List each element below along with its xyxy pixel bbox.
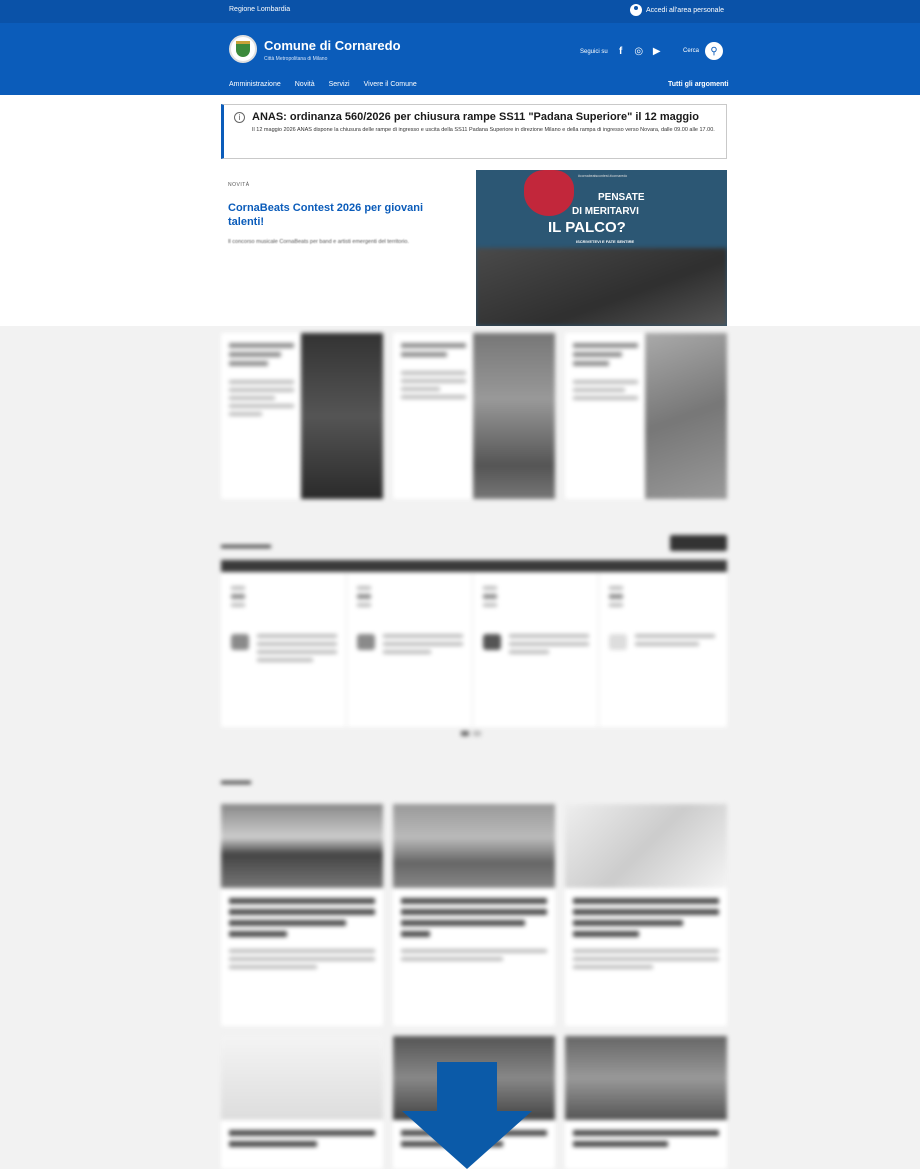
follow-label: Seguici su bbox=[580, 48, 608, 55]
calendar-day[interactable] bbox=[221, 572, 347, 727]
carousel-dots[interactable] bbox=[461, 731, 481, 736]
brand-subtitle: Città Metropolitana di Milano bbox=[264, 56, 328, 62]
social-links: Seguici su f ◎ ▶ bbox=[580, 46, 662, 57]
municipality-logo[interactable] bbox=[229, 35, 257, 63]
calendar-day[interactable] bbox=[599, 572, 725, 727]
nav-item-vivere-il-comune[interactable]: Vivere il Comune bbox=[364, 81, 417, 88]
poster-photo bbox=[476, 248, 727, 326]
news-card[interactable] bbox=[221, 1036, 383, 1169]
nav-item-amministrazione[interactable]: Amministrazione bbox=[229, 81, 281, 88]
login-button[interactable]: Accedi all'area personale bbox=[630, 4, 724, 16]
calendar-button[interactable] bbox=[670, 535, 727, 551]
all-topics-link[interactable]: Tutti gli argomenti bbox=[668, 81, 729, 88]
calendar-grid bbox=[221, 572, 727, 727]
info-icon: i bbox=[234, 112, 245, 123]
brand-name[interactable]: Comune di Cornaredo bbox=[264, 38, 401, 53]
facebook-icon[interactable]: f bbox=[616, 46, 626, 57]
region-link[interactable]: Regione Lombardia bbox=[229, 6, 290, 13]
center-header: Comune di Cornaredo Città Metropolitana … bbox=[0, 23, 920, 95]
alert-title[interactable]: ANAS: ordinanza 560/2026 per chiusura ra… bbox=[252, 111, 699, 123]
calendar-heading: ▬▬▬▬▬ bbox=[221, 540, 271, 551]
news-card[interactable] bbox=[393, 804, 555, 1026]
news-card[interactable] bbox=[565, 1036, 727, 1169]
alert-body: Il 12 maggio 2026 ANAS dispone la chiusu… bbox=[252, 127, 715, 133]
featured-card[interactable] bbox=[221, 333, 383, 499]
calendar-day[interactable] bbox=[347, 572, 473, 727]
news-card[interactable] bbox=[221, 804, 383, 1026]
poster-hashtags: #cornabeatscontest #cornaredo bbox=[578, 174, 628, 178]
news-card[interactable] bbox=[565, 804, 727, 1026]
poster-line-3: IL PALCO? bbox=[548, 219, 626, 236]
user-icon bbox=[630, 4, 642, 16]
calendar-day[interactable] bbox=[473, 572, 599, 727]
poster-line-1: PENSATE bbox=[598, 192, 645, 203]
search-button[interactable]: Cerca ⚲ bbox=[683, 42, 724, 60]
hero-description: Il concorso musicale CornaBeats per band… bbox=[228, 239, 409, 245]
main-nav: Amministrazione Novità Servizi Vivere il… bbox=[229, 81, 417, 88]
heart-logo bbox=[524, 170, 574, 216]
poster-line-2: DI MERITARVI bbox=[572, 206, 639, 217]
coat-of-arms-icon bbox=[236, 41, 250, 57]
youtube-icon[interactable]: ▶ bbox=[652, 46, 662, 57]
search-icon[interactable]: ⚲ bbox=[705, 42, 724, 60]
search-label: Cerca bbox=[683, 48, 700, 54]
news-heading: ▬▬▬ bbox=[221, 776, 251, 787]
hero-image[interactable]: #cornabeatscontest #cornaredo PENSATE DI… bbox=[476, 170, 727, 326]
hero-category: NOVITÀ bbox=[228, 182, 250, 188]
news-card[interactable] bbox=[393, 1036, 555, 1169]
nav-item-novita[interactable]: Novità bbox=[295, 81, 315, 88]
login-label: Accedi all'area personale bbox=[646, 6, 724, 14]
calendar-month-bar bbox=[221, 560, 727, 572]
nav-item-servizi[interactable]: Servizi bbox=[329, 81, 350, 88]
featured-card[interactable] bbox=[393, 333, 555, 499]
slim-header: Regione Lombardia Accedi all'area person… bbox=[0, 0, 920, 23]
alert-banner: i ANAS: ordinanza 560/2026 per chiusura … bbox=[221, 104, 727, 159]
poster-line-4: ISCRIVETEVI E FATE SENTIRE bbox=[576, 239, 635, 244]
featured-card[interactable] bbox=[565, 333, 727, 499]
hero-title[interactable]: CornaBeats Contest 2026 per giovani tale… bbox=[228, 201, 448, 229]
instagram-icon[interactable]: ◎ bbox=[634, 46, 644, 57]
